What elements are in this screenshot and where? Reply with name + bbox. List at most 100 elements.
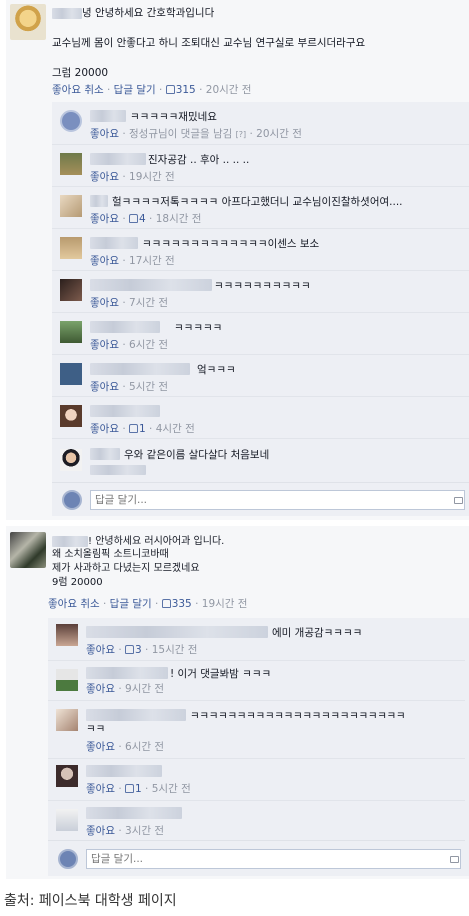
avatar[interactable] (60, 279, 82, 301)
comment-text: 진자공감 .. 후아 .. .. .. (148, 154, 250, 166)
blurred-meta (90, 465, 146, 475)
like-count[interactable]: 315 (165, 84, 196, 96)
camera-icon[interactable] (450, 856, 459, 863)
reply-box (52, 482, 469, 516)
blurred-author-name (52, 7, 82, 19)
comment-text: ㅋㅋㅋㅋㅋㅋㅋㅋㅋㅋㅋㅋㅋ이센스 보소 (142, 238, 320, 250)
comment-item: 엌ㅋㅋㅋ 좋아요 · 5시간 전 (52, 354, 469, 396)
post-greeting: 녕 안녕하세요 간호학과입니다 (82, 7, 215, 19)
blurred-commenter-name (86, 807, 182, 819)
post-time: 19시간 전 (201, 598, 248, 610)
comment-item: 좋아요 · 1 · 5시간 전 (48, 758, 465, 800)
avatar[interactable] (56, 624, 78, 646)
avatar[interactable] (56, 809, 78, 831)
comment-text: ㅋㅋㅋㅋㅋ (174, 322, 223, 334)
like-link[interactable]: 좋아요 (86, 683, 115, 695)
like-link[interactable]: 좋아요 (90, 423, 119, 435)
blurred-commenter-name (90, 195, 108, 207)
thumbs-up-icon (125, 784, 135, 793)
camera-icon[interactable] (454, 497, 463, 504)
post-2: ! 안녕하세요 러시아어과 입니다. 왜 소치올림픽 소트니코바때 제가 사과하… (6, 526, 469, 879)
author-avatar[interactable] (10, 4, 46, 40)
comment-text: 엌ㅋㅋㅋ (197, 364, 236, 376)
avatar[interactable] (60, 321, 82, 343)
author-avatar[interactable] (10, 532, 46, 568)
like-link[interactable]: 좋아요 (90, 255, 119, 267)
unlike-link[interactable]: 좋아요 취소 (52, 84, 104, 96)
comment-text: ! 이거 댓글봐밤 ㅋㅋㅋ (170, 668, 272, 680)
post-actions: 좋아요 취소 · 답글 달기 · 335 · 19시간 전 (48, 598, 248, 610)
avatar (58, 849, 78, 869)
post-1: 녕 안녕하세요 간호학과입니다 교수님께 몸이 안좋다고 하니 조퇴대신 교수님… (6, 0, 469, 520)
unlike-link[interactable]: 좋아요 취소 (48, 598, 100, 610)
thumbs-up-icon (161, 599, 171, 608)
like-link[interactable]: 좋아요 (86, 644, 115, 656)
avatar[interactable] (60, 153, 82, 175)
like-link[interactable]: 좋아요 (90, 213, 119, 225)
avatar[interactable] (56, 669, 78, 691)
avatar[interactable] (60, 363, 82, 385)
comment-meta: 좋아요 · 4 · 18시간 전 (90, 213, 202, 225)
avatar[interactable] (60, 195, 82, 217)
post-line-3: 9럼 20000 (52, 577, 103, 588)
comment-text: ㅋㅋㅋㅋㅋㅋㅋㅋㅋㅋ (214, 280, 311, 292)
like-link[interactable]: 좋아요 (86, 783, 115, 795)
post-line-1: 왜 소치올림픽 소트니코바때 (52, 549, 169, 560)
reply-link[interactable]: 답글 달기 (110, 598, 152, 610)
blurred-author-name (52, 535, 88, 547)
comment-text: 헐ㅋㅋㅋㅋ저톡ㅋㅋㅋㅋ 아프다고했더니 교수님이진찰하셧어여.... (112, 196, 403, 208)
comment-meta: 좋아요 · 5시간 전 (90, 381, 169, 393)
post-greeting: ! 안녕하세요 러시아어과 입니다. (88, 536, 225, 547)
blurred-commenter-name (90, 110, 126, 122)
post-time: 20시간 전 (205, 84, 252, 96)
avatar[interactable] (56, 765, 78, 787)
avatar[interactable] (60, 237, 82, 259)
reply-input[interactable] (86, 849, 461, 869)
like-link[interactable]: 좋아요 (90, 297, 119, 309)
comment-meta: 좋아요 · 19시간 전 (90, 171, 175, 183)
reply-box (48, 840, 465, 876)
comment-list: 에미 개공감ㅋㅋㅋㅋ 좋아요 · 3 · 15시간 전 ! 이거 댓글봐밤 ㅋㅋ… (48, 618, 469, 876)
like-link[interactable]: 좋아요 (90, 128, 119, 140)
comment-item: 헐ㅋㅋㅋㅋ저톡ㅋㅋㅋㅋ 아프다고했더니 교수님이진찰하셧어여.... 좋아요 ·… (52, 186, 469, 228)
comment-meta: 좋아요 · 1 · 5시간 전 (86, 783, 191, 795)
comment-item: ㅋㅋㅋㅋㅋ재밌네요 좋아요 · 정성규님이 댓글을 남김 [?] · 20시간 … (52, 102, 469, 144)
comment-meta: 좋아요 · 7시간 전 (90, 297, 169, 309)
thumbs-up-icon (129, 424, 139, 433)
like-link[interactable]: 좋아요 (86, 741, 115, 753)
blurred-commenter-name (90, 279, 212, 291)
comment-item: ㅋㅋㅋㅋㅋ 좋아요 · 6시간 전 (52, 312, 469, 354)
comment-text: ㅋㅋㅋㅋㅋㅋㅋㅋㅋㅋㅋㅋㅋㅋㅋㅋㅋㅋㅋㅋㅋㅋㅋ (190, 710, 406, 722)
comment-item: 진자공감 .. 후아 .. .. .. 좋아요 · 19시간 전 (52, 144, 469, 186)
like-count[interactable]: 335 (161, 598, 192, 610)
blurred-commenter-name (90, 321, 160, 333)
comment-list: ㅋㅋㅋㅋㅋ재밌네요 좋아요 · 정성규님이 댓글을 남김 [?] · 20시간 … (52, 102, 469, 516)
like-link[interactable]: 좋아요 (90, 171, 119, 183)
like-link[interactable]: 좋아요 (90, 339, 119, 351)
thumbs-up-icon (129, 214, 139, 223)
avatar (62, 490, 82, 510)
comment-text: ㅋㅋㅋㅋㅋ재밌네요 (130, 111, 217, 123)
post-actions: 좋아요 취소 · 답글 달기 · 315 · 20시간 전 (52, 84, 252, 96)
comment-meta: 좋아요 · 6시간 전 (90, 339, 169, 351)
like-link[interactable]: 좋아요 (90, 381, 119, 393)
like-link[interactable]: 좋아요 (86, 825, 115, 837)
reply-input[interactable] (90, 490, 465, 510)
comment-text: 에미 개공감ㅋㅋㅋㅋ (272, 627, 363, 639)
avatar[interactable] (60, 449, 82, 471)
blurred-commenter-name (90, 237, 138, 249)
blurred-commenter-name (86, 709, 186, 721)
avatar[interactable] (60, 110, 82, 132)
comment-item: 에미 개공감ㅋㅋㅋㅋ 좋아요 · 3 · 15시간 전 (48, 618, 465, 660)
blurred-commenter-name (90, 448, 120, 460)
thumbs-up-icon (165, 85, 175, 94)
blurred-commenter-name (86, 765, 162, 777)
avatar[interactable] (60, 405, 82, 427)
comment-meta: 좋아요 · 정성규님이 댓글을 남김 [?] · 20시간 전 (90, 128, 302, 140)
comment-meta: 좋아요 · 17시간 전 (90, 255, 175, 267)
reply-link[interactable]: 답글 달기 (114, 84, 156, 96)
avatar[interactable] (56, 709, 78, 731)
blurred-commenter-name (90, 405, 160, 417)
comment-meta: 좋아요 · 6시간 전 (86, 741, 165, 753)
comment-meta: 좋아요 · 1 · 4시간 전 (90, 423, 195, 435)
